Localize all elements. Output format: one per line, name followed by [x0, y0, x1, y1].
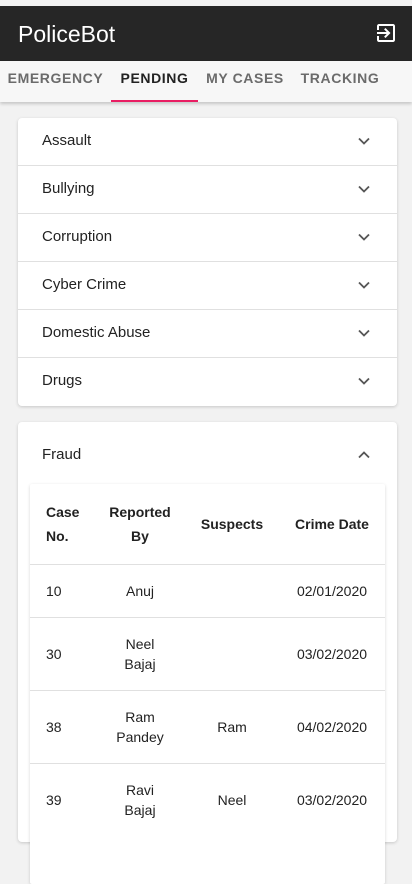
chevron-down-icon — [358, 377, 370, 385]
category-label: Fraud — [42, 446, 82, 463]
cell-crime-date: 04/02/2020 — [296, 719, 368, 735]
header-crime-date: Crime Date — [295, 516, 369, 532]
cell-reported-by: Neel Bajaj — [124, 636, 156, 672]
chevron-down-icon — [358, 185, 370, 193]
tab-my-cases[interactable]: MY CASES — [198, 61, 292, 102]
logout-button[interactable] — [374, 21, 398, 45]
category-fraud[interactable]: Fraud — [18, 422, 397, 486]
category-label: Drugs — [42, 372, 83, 389]
cell-reported-by: Anuj — [125, 583, 155, 599]
cell-crime-date: 03/02/2020 — [296, 792, 368, 808]
category-cyber-crime[interactable]: Cyber Crime — [18, 262, 397, 310]
cell-case-no: 10 — [46, 583, 62, 599]
category-bullying[interactable]: Bullying — [18, 166, 397, 214]
cell-suspects: Neel — [217, 792, 247, 808]
header-case-no: Case No. — [46, 504, 80, 544]
cell-crime-date: 02/01/2020 — [296, 583, 368, 599]
divider — [30, 564, 385, 565]
tab-emergency[interactable]: EMERGENCY — [0, 61, 111, 102]
cell-case-no: 38 — [46, 719, 62, 735]
category-corruption[interactable]: Corruption — [18, 214, 397, 262]
category-label: Bullying — [42, 180, 95, 197]
chevron-down-icon — [358, 329, 370, 337]
category-label: Assault — [42, 132, 92, 149]
tab-bar: EMERGENCY PENDING MY CASES TRACKING — [0, 61, 412, 102]
category-accordion: Assault Bullying Corruption Cyber Crime … — [18, 118, 397, 406]
category-label: Domestic Abuse — [42, 324, 151, 341]
tab-tracking[interactable]: TRACKING — [292, 61, 388, 102]
category-label: Cyber Crime — [42, 276, 127, 293]
header-suspects: Suspects — [200, 516, 264, 532]
app-title: PoliceBot — [18, 21, 116, 47]
divider — [30, 617, 385, 618]
cases-table: Case No. Reported By Suspects Crime Date… — [30, 484, 385, 884]
category-fraud-panel: Fraud Case No. Reported By Suspects Crim… — [18, 422, 397, 884]
category-drugs[interactable]: Drugs — [18, 358, 397, 405]
chevron-down-icon — [358, 137, 370, 145]
cell-case-no: 30 — [46, 646, 62, 662]
tab-pending[interactable]: PENDING — [111, 61, 198, 102]
header-reported-by: Reported By — [109, 504, 171, 544]
category-assault[interactable]: Assault — [18, 118, 397, 166]
chevron-down-icon — [358, 281, 370, 289]
chevron-down-icon — [358, 233, 370, 241]
cell-reported-by: Ram Pandey — [116, 709, 164, 745]
exit-to-app-icon — [377, 24, 395, 42]
cell-suspects: Ram — [217, 719, 247, 735]
category-domestic-abuse[interactable]: Domestic Abuse — [18, 310, 397, 358]
cell-crime-date: 03/02/2020 — [296, 646, 368, 662]
chevron-up-icon — [358, 451, 370, 459]
cell-reported-by: Ravi Bajaj — [124, 782, 156, 818]
divider — [30, 763, 385, 764]
cell-case-no: 39 — [46, 792, 62, 808]
divider — [30, 690, 385, 691]
app-bar: PoliceBot — [0, 6, 412, 61]
category-label: Corruption — [42, 228, 113, 245]
